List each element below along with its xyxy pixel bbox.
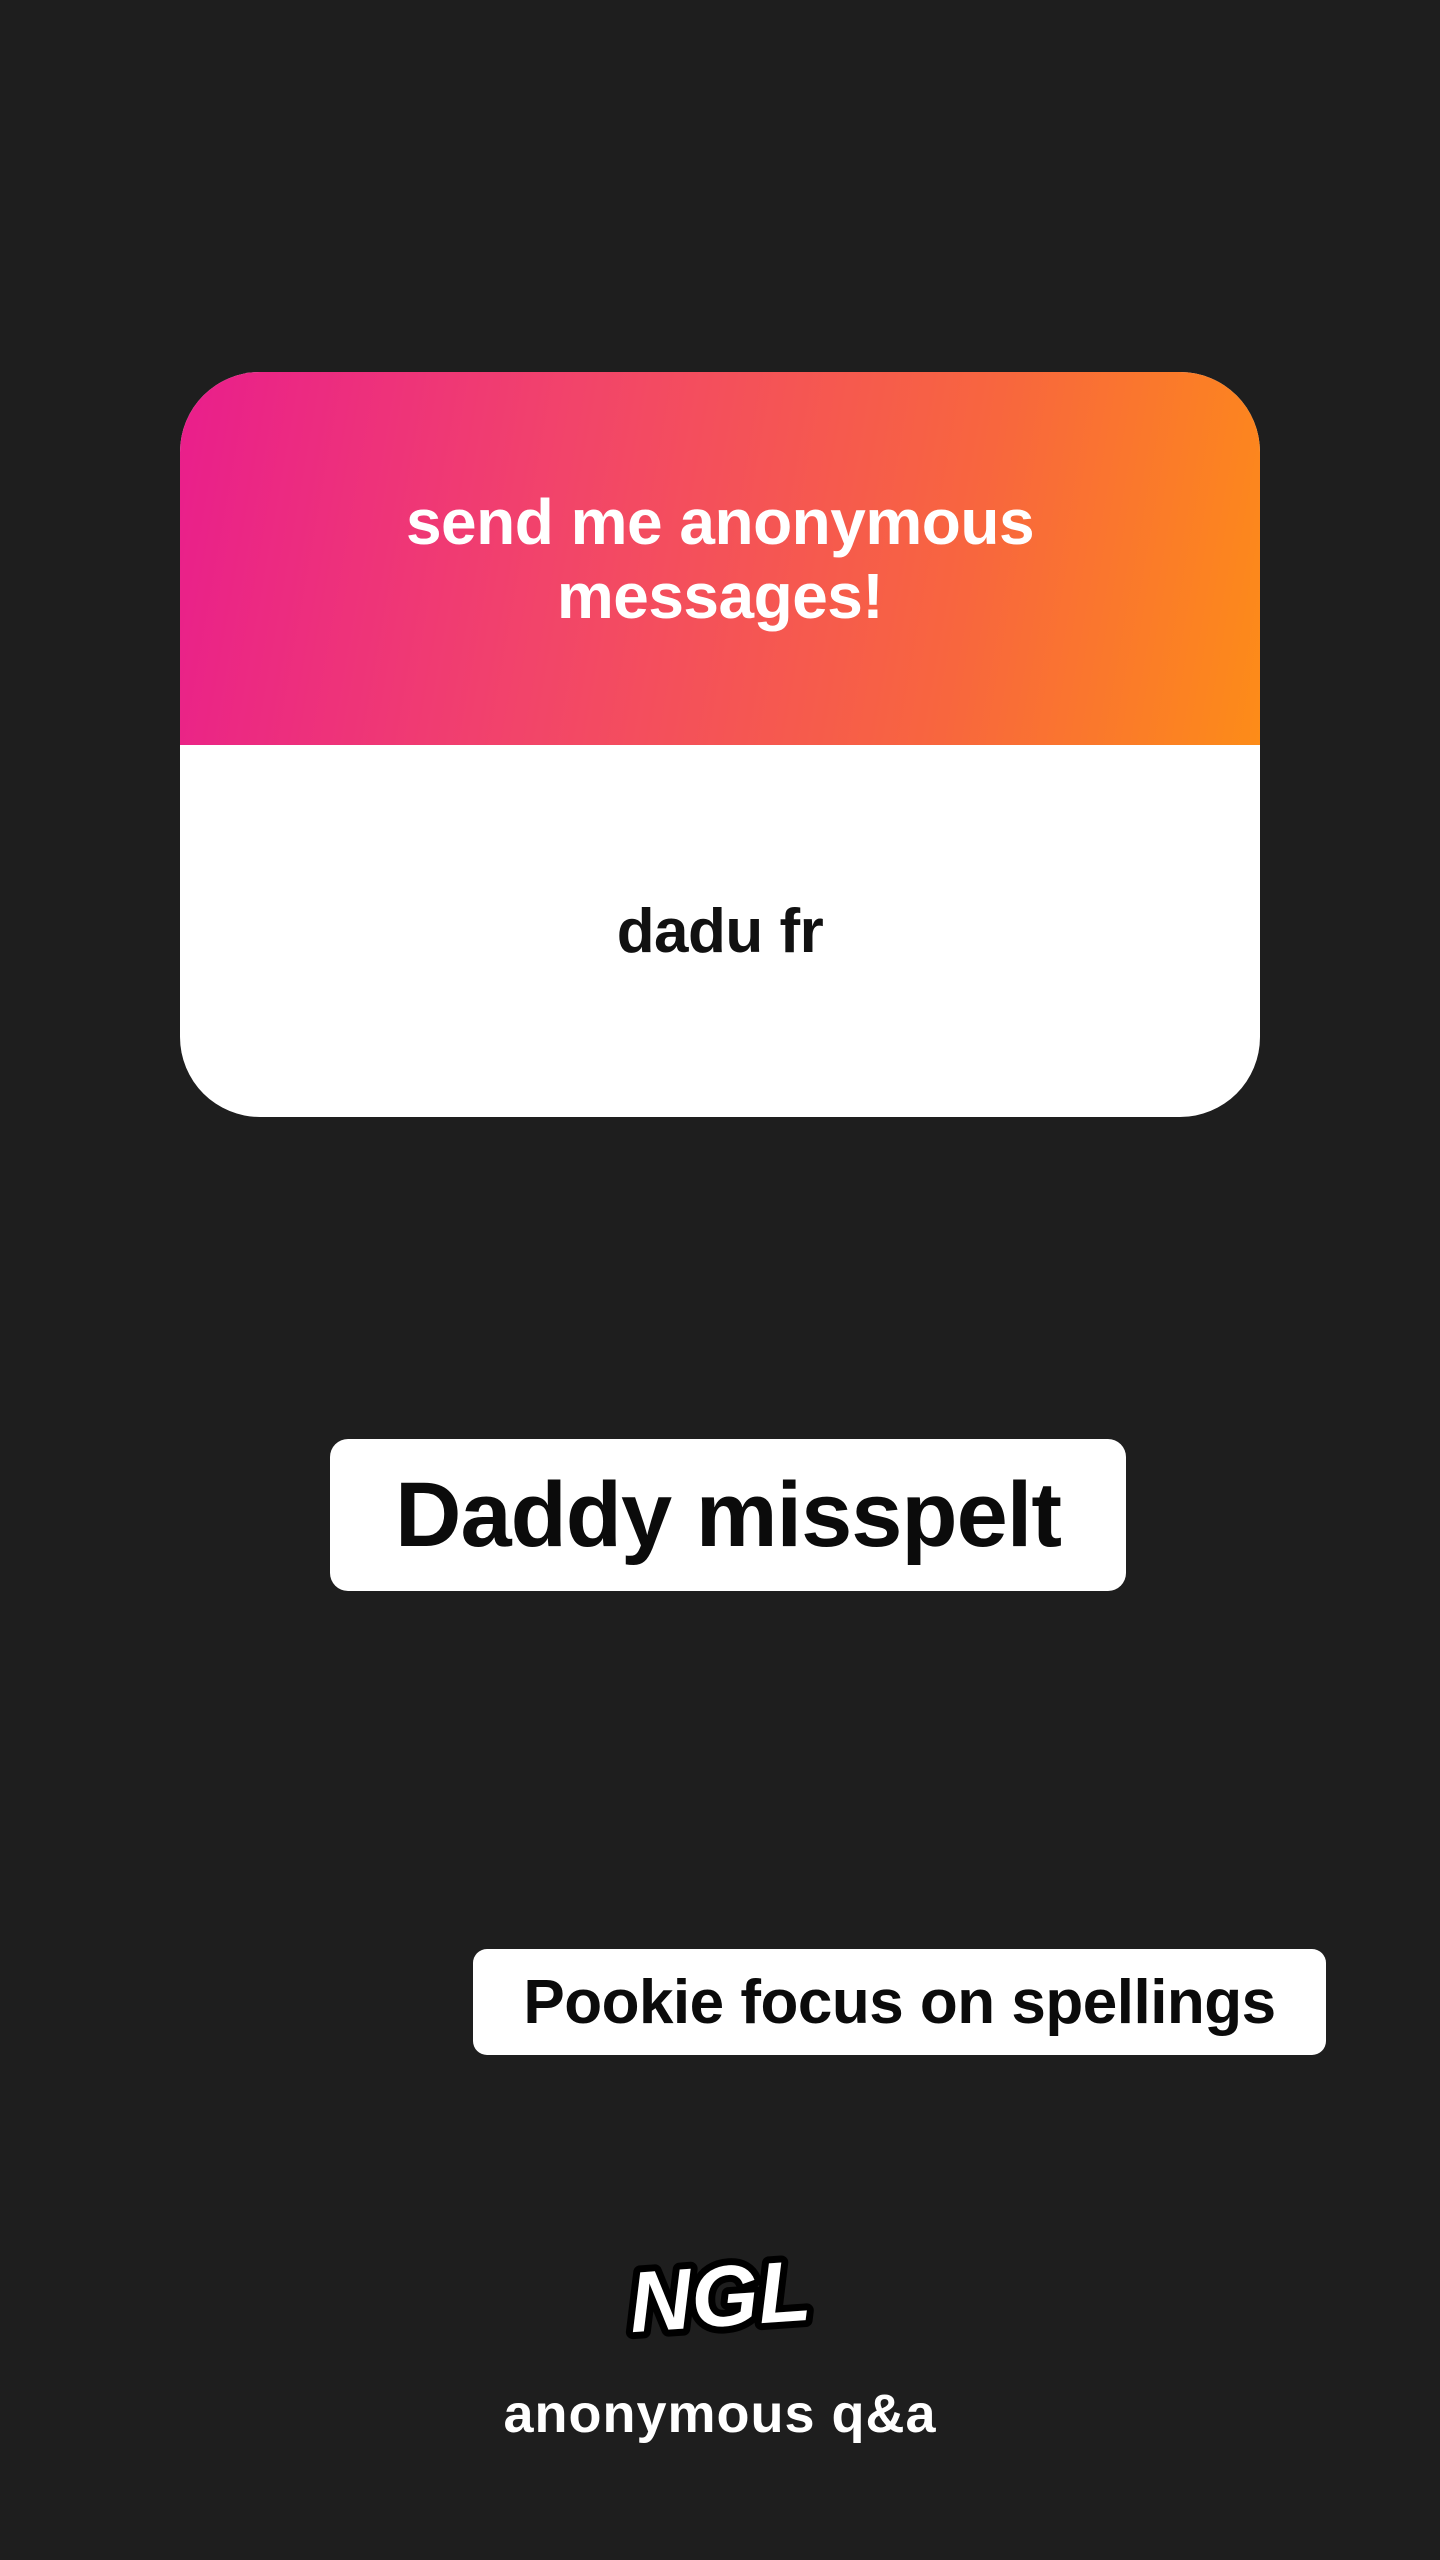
text-sticker-caption[interactable]: Pookie focus on spellings [473, 1949, 1326, 2055]
card-body: dadu fr [180, 745, 1260, 1117]
ngl-question-card: send me anonymous messages! dadu fr [180, 372, 1260, 1117]
ngl-logo-icon: NGL [619, 2236, 821, 2358]
ngl-logo-text: NGL [626, 2243, 814, 2351]
card-header: send me anonymous messages! [180, 372, 1260, 745]
ngl-logo[interactable]: NGL [619, 2236, 821, 2358]
text-sticker-reply-label: Daddy misspelt [395, 1463, 1062, 1566]
text-sticker-caption-label: Pookie focus on spellings [523, 1967, 1276, 2037]
story-canvas: send me anonymous messages! dadu fr Dadd… [0, 0, 1440, 2560]
card-prompt-title: send me anonymous messages! [405, 485, 1035, 632]
brand-tagline: anonymous q&a [503, 2384, 937, 2444]
anonymous-message-text: dadu fr [616, 896, 824, 966]
text-sticker-reply[interactable]: Daddy misspelt [330, 1439, 1126, 1591]
